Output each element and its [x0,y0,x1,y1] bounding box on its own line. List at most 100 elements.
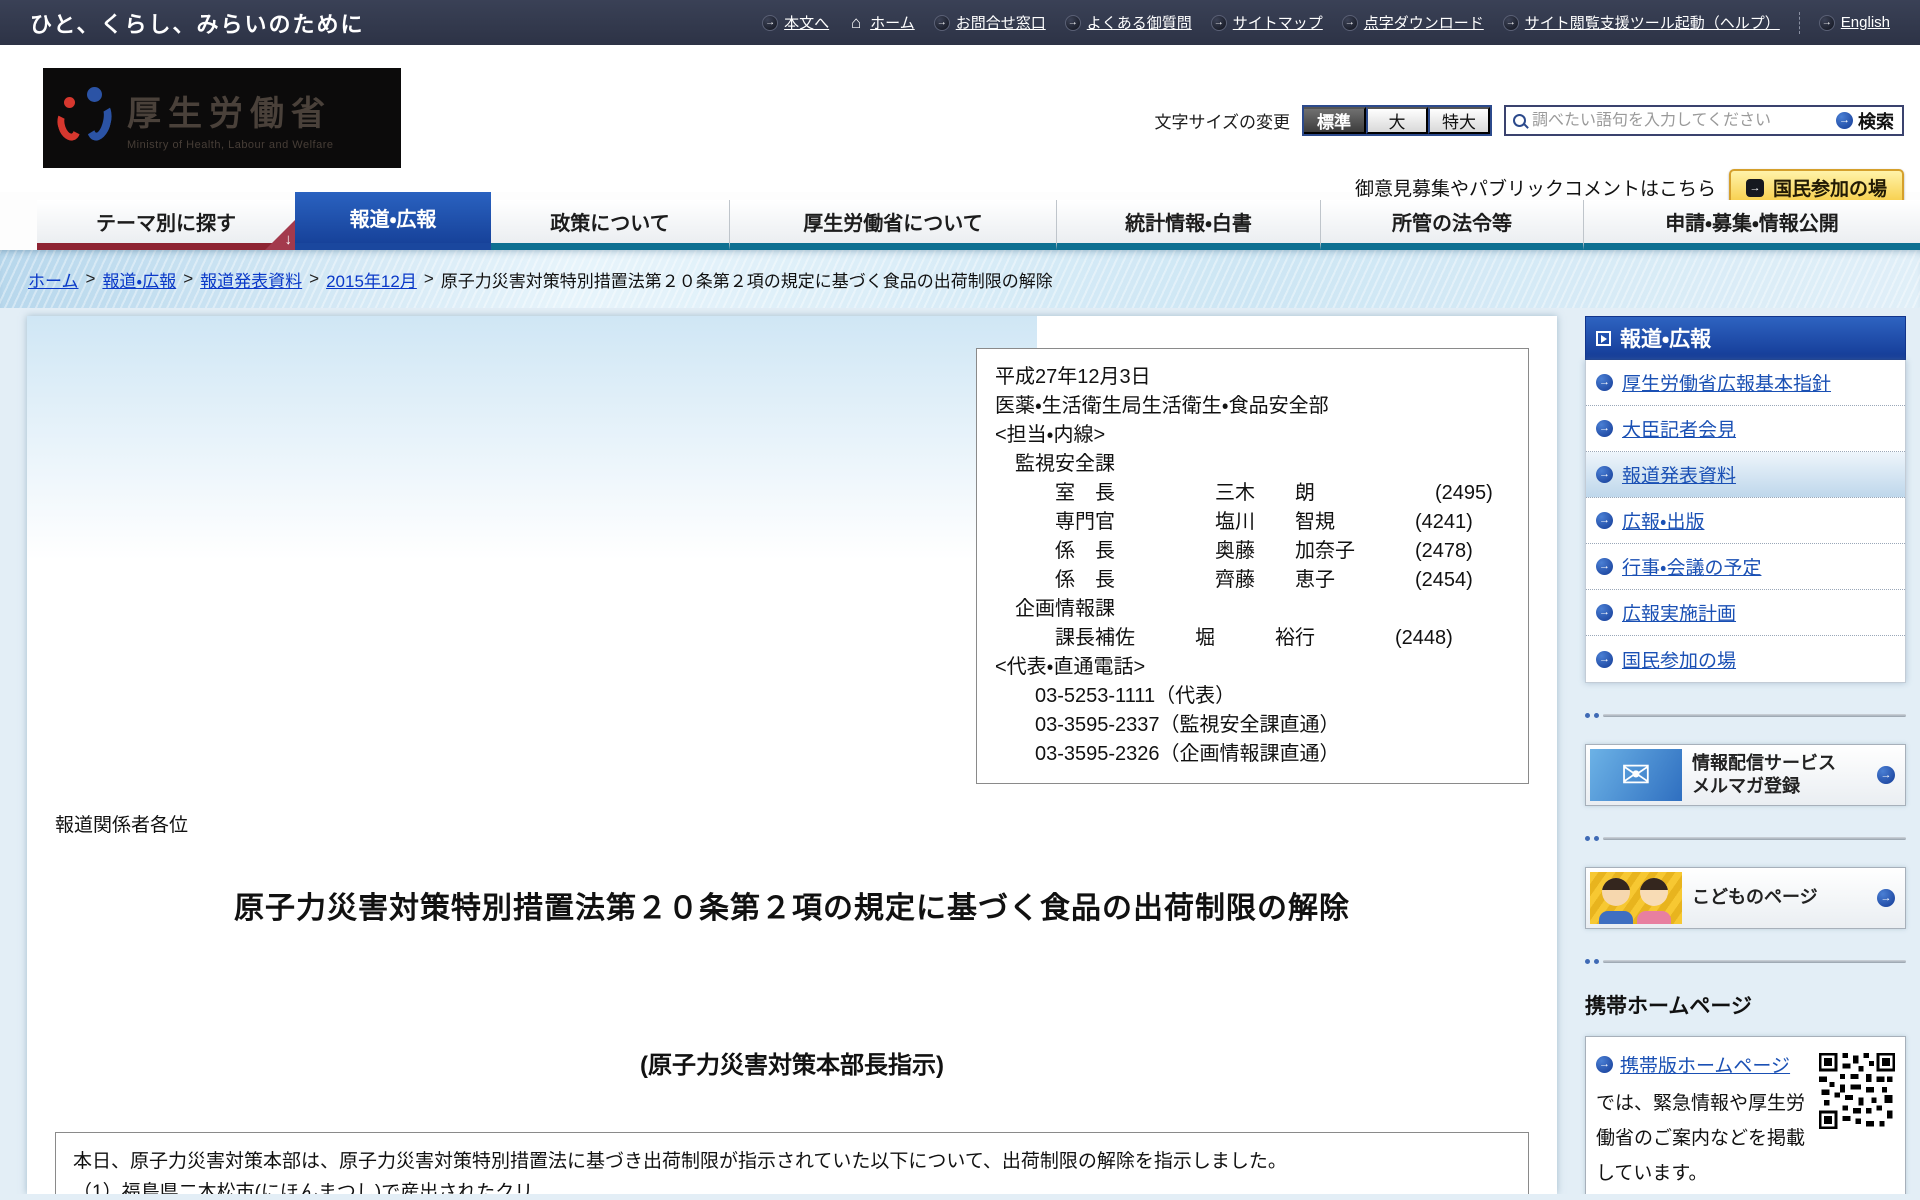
arrow-icon: → [933,14,950,31]
release-date: 平成27年12月3日 [995,366,1151,388]
link-braille-download[interactable]: → 点字ダウンロード [1341,12,1484,33]
sidebar-item-minister-press[interactable]: → 大臣記者会見 [1586,406,1905,452]
separator [1585,836,1906,841]
separator [1585,713,1906,718]
envelope-icon: ✉ [1590,749,1682,801]
body-paragraph: 本日、原子力災害対策本部は、原子力災害対策特別措置法に基づき出荷制限が指示されて… [73,1151,1287,1172]
mhlw-logo[interactable]: 厚生労働省 Ministry of Health, Labour and Wel… [43,68,401,168]
tab-about-mhlw[interactable]: 厚生労働省について [729,200,1056,250]
tab-statistics[interactable]: 統計情報・白書 [1056,200,1320,250]
press-contact-box: 平成27年12月3日 医薬・生活衛生局生活衛生・食品安全部 <担当・内線> 監視… [976,348,1529,784]
sidebar-item-pr-policy[interactable]: → 厚生労働省広報基本指針 [1586,360,1905,406]
arrow-icon: → [1596,420,1613,437]
sidebar-header: 報道・広報 [1585,316,1906,360]
sidebar-item-events-schedule[interactable]: → 行事・会議の予定 [1586,544,1905,590]
link-to-content[interactable]: → 本文へ [762,12,829,33]
font-size-standard-button[interactable]: 標準 [1304,107,1366,134]
mailmag-banner[interactable]: ✉ 情報配信サービス メルマガ登録 → [1585,744,1906,806]
breadcrumb-2015-12[interactable]: 2015年12月 [326,267,417,292]
mobile-homepage-description: では、緊急情報や厚生労働省のご案内などを掲載しています。 [1596,1093,1806,1184]
sidebar-item-participation[interactable]: → 国民参加の場 [1586,636,1905,682]
department: 医薬・生活衛生局生活衛生・食品安全部 [995,395,1329,417]
mhlw-logo-mark-icon [53,85,116,151]
font-size-large-button[interactable]: 大 [1366,107,1428,134]
separator [1585,959,1906,964]
arrow-icon: → [1596,558,1613,575]
logo-subtitle: Ministry of Health, Labour and Welfare [127,138,334,151]
site-header: 厚生労働省 Ministry of Health, Labour and Wel… [0,45,1920,206]
mobile-homepage-box: → 携帯版ホームページ では、緊急情報や厚生労働省のご案内などを掲載しています。 [1585,1036,1906,1194]
chevron-down-icon: ↓ [284,231,293,248]
home-icon: ⌂ [851,12,862,32]
page-title: 原子力災害対策特別措置法第２０条第２項の規定に基づく食品の出荷制限の解除 [234,892,1350,925]
arrow-icon: → [1596,374,1613,391]
link-english[interactable]: → English [1818,14,1890,31]
public-comment-text: 御意見募集やパブリックコメントはこちら [1354,179,1716,200]
tab-press-pr[interactable]: 報道・広報 [295,192,491,250]
breadcrumb-home[interactable]: ホーム [28,267,79,292]
font-size-xlarge-button[interactable]: 特大 [1428,107,1490,134]
logo-title: 厚生労働省 [127,94,332,133]
mobile-homepage-heading: 携帯ホームページ [1585,995,1752,1018]
sidebar-item-pr-publishing[interactable]: → 広報・出版 [1586,498,1905,544]
site-search-box: → 検索 [1504,105,1904,136]
arrow-icon: → [1596,512,1613,529]
breadcrumb-current-page: 原子力災害対策特別措置法第２０条第２項の規定に基づく食品の出荷制限の解除 [440,271,1053,291]
qr-code [1819,1053,1895,1129]
link-sitemap[interactable]: → サイトマップ [1210,12,1323,33]
arrow-icon: → [1596,604,1613,621]
kids-page-banner[interactable]: こどものページ → [1585,867,1906,929]
phone-main: 03-5253-1111（代表） [995,685,1236,707]
utility-links: → 本文へ ⌂ ホーム → お問合せ窓口 → よくある御質問 → サイトマップ → 点字ダウ… [762,11,1890,34]
link-home[interactable]: ⌂ ホーム [848,12,915,33]
content-area: 平成27年12月3日 医薬・生活衛生局生活衛生・食品安全部 <担当・内線> 監視… [0,308,1920,1194]
arrow-icon: → [1745,178,1764,197]
search-button[interactable]: → 検索 [1836,108,1894,134]
arrow-icon: → [1836,112,1853,129]
font-size-label: 文字サイズの変更 [1154,113,1291,132]
link-contact[interactable]: → お問合せ窓口 [933,12,1046,33]
global-nav: テーマ別に探す ↓ 報道・広報 政策について 厚生労働省について 統計情報・白書 … [0,192,1920,250]
sidebar-menu: → 厚生労働省広報基本指針 → 大臣記者会見 → 報道発表資料 → 広報・出版 → 行事・… [1585,360,1906,683]
arrow-icon: → [1210,14,1227,31]
tab-policies[interactable]: 政策について [491,200,729,250]
sidebar: 報道・広報 → 厚生労働省広報基本指針 → 大臣記者会見 → 報道発表資料 → 広報・出… [1585,316,1906,1194]
font-size-switcher: 標準 大 特大 [1302,105,1492,136]
salutation: 報道関係者各位 [55,815,189,836]
breadcrumb-press-pr[interactable]: 報道・広報 [102,267,176,292]
breadcrumb-press-releases[interactable]: 報道発表資料 [200,267,302,292]
search-input[interactable] [1532,111,1830,130]
page-subtitle: (原子力災害対策本部長指示) [640,1052,944,1079]
press-release-main: 平成27年12月3日 医薬・生活衛生局生活衛生・食品安全部 <担当・内線> 監視… [27,316,1557,1194]
tab-laws[interactable]: 所管の法令等 [1320,200,1583,250]
top-utility-bar: ひと、くらし、みらいのために → 本文へ ⌂ ホーム → お問合せ窓口 → よくある御質… [0,0,1920,45]
body-item-1: （1）福島県二本松市(にほんまつし)で産出されたクリ [73,1182,534,1194]
tab-theme-search[interactable]: テーマ別に探す ↓ [37,200,295,250]
kids-icon [1590,872,1682,924]
phone-direct-1: 03-3595-2337（監視安全課直通） [995,714,1340,736]
arrow-icon: → [1341,14,1358,31]
search-icon [1513,114,1526,127]
arrow-icon: → [1064,14,1081,31]
arrow-icon: → [1502,14,1519,31]
mobile-homepage-link[interactable]: 携帯版ホームページ [1620,1051,1790,1078]
arrow-icon: → [1596,466,1613,483]
arrow-icon: → [1877,889,1895,907]
tab-applications[interactable]: 申請・募集・情報公開 [1583,200,1920,250]
section-arrow-icon [1596,330,1611,346]
arrow-icon: → [1596,1056,1613,1073]
site-tagline: ひと、くらし、みらいのために [30,11,365,37]
arrow-icon: → [1596,650,1613,668]
link-faq[interactable]: → よくある御質問 [1064,12,1192,33]
arrow-icon: → [1818,14,1835,31]
divider [1798,11,1800,34]
release-body-box: 本日、原子力災害対策本部は、原子力災害対策特別措置法に基づき出荷制限が指示されて… [55,1132,1529,1194]
link-accessibility-tool[interactable]: → サイト閲覧支援ツール起動（ヘルプ） [1502,12,1780,33]
arrow-icon: → [762,14,779,31]
arrow-icon: → [1877,766,1895,784]
sidebar-item-pr-plan[interactable]: → 広報実施計画 [1586,590,1905,636]
phone-direct-2: 03-3595-2326（企画情報課直通） [995,743,1340,765]
header-tools-row: 文字サイズの変更 標準 大 特大 → 検索 [1154,105,1904,136]
breadcrumb: ホーム > 報道・広報 > 報道発表資料 > 2015年12月 > 原子力災害対… [0,250,1920,308]
sidebar-item-press-releases[interactable]: → 報道発表資料 [1586,452,1905,498]
